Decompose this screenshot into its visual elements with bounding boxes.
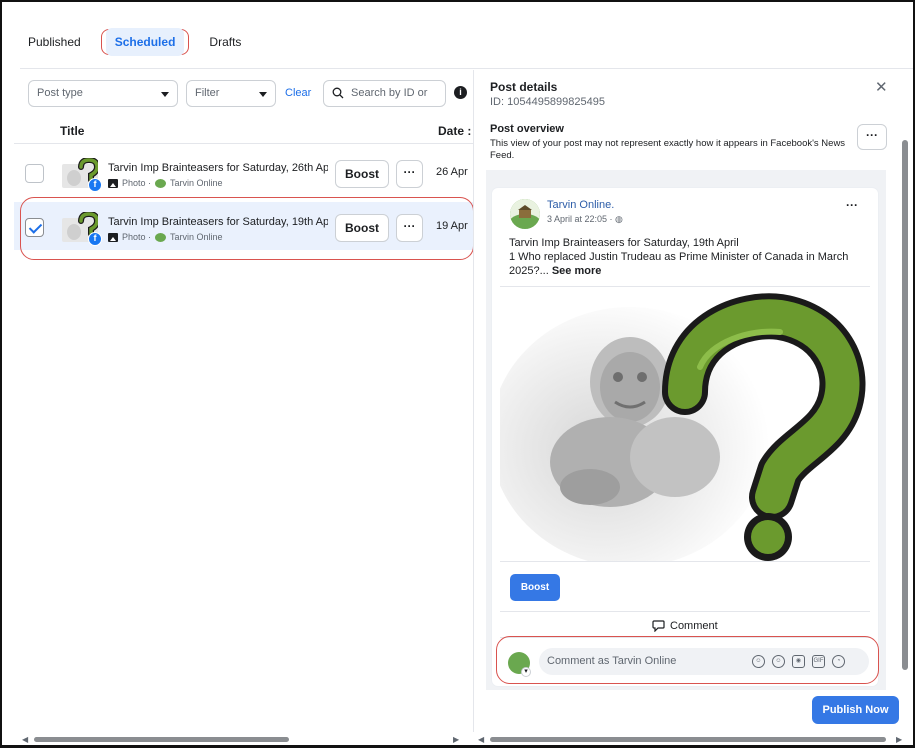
- table-header: Title Date :: [14, 118, 473, 144]
- left-horizontal-scrollbar[interactable]: ◀ ▶: [20, 734, 470, 744]
- chevron-down-icon[interactable]: ▾: [521, 667, 531, 677]
- tab-scheduled[interactable]: Scheduled: [105, 28, 185, 56]
- post-id: ID: 1054495899825495: [490, 96, 605, 108]
- search-placeholder: Search by ID or: [351, 87, 428, 99]
- statue-question-mark-image: [500, 287, 870, 561]
- scroll-left-arrow-icon[interactable]: ◀: [478, 735, 484, 744]
- tabs-divider: [20, 68, 913, 69]
- column-date-header[interactable]: Date :: [438, 124, 471, 138]
- photo-icon: [108, 178, 118, 188]
- scroll-left-arrow-icon[interactable]: ◀: [22, 735, 28, 744]
- search-input[interactable]: Search by ID or: [323, 80, 446, 107]
- camera-icon[interactable]: ◉: [792, 655, 805, 668]
- post-time-text: 3 April at 22:05 ·: [547, 214, 616, 224]
- overview-more-button[interactable]: ···: [857, 124, 887, 150]
- post-line-2: 1 Who replaced Justin Trudeau as Prime M…: [509, 250, 874, 278]
- see-more-link[interactable]: See more: [552, 265, 602, 277]
- card-divider: [500, 611, 870, 612]
- post-text: Tarvin Imp Brainteasers for Saturday, 19…: [509, 236, 874, 278]
- column-title-header[interactable]: Title: [60, 124, 84, 138]
- close-icon[interactable]: ✕: [875, 78, 888, 96]
- comment-icon: [652, 620, 665, 632]
- emoji-icon[interactable]: ☺: [772, 655, 785, 668]
- globe-icon: ◍: [615, 214, 623, 224]
- row-type: Photo ·: [122, 178, 152, 188]
- preview-boost-button[interactable]: Boost: [510, 574, 560, 601]
- boost-button[interactable]: Boost: [335, 160, 389, 188]
- page-avatar: [155, 178, 167, 188]
- scroll-right-arrow-icon[interactable]: ▶: [453, 735, 459, 744]
- chevron-down-icon: [161, 92, 169, 97]
- scrollbar-thumb[interactable]: [902, 140, 908, 670]
- post-tabs: Published Scheduled Drafts: [20, 18, 249, 66]
- post-details-title: Post details: [490, 80, 558, 94]
- row-checkbox[interactable]: [25, 164, 44, 183]
- comment-placeholder: Comment as Tarvin Online: [547, 655, 677, 667]
- search-icon: [332, 87, 344, 99]
- tab-drafts[interactable]: Drafts: [201, 28, 249, 56]
- page-logo-icon: [510, 199, 540, 229]
- comment-button[interactable]: Comment: [652, 619, 718, 632]
- info-icon[interactable]: i: [454, 86, 467, 99]
- post-line-1: Tarvin Imp Brainteasers for Saturday, 19…: [509, 237, 739, 249]
- chevron-down-icon: [259, 92, 267, 97]
- publish-now-button[interactable]: Publish Now: [812, 696, 899, 724]
- sticker-icon[interactable]: ◔: [832, 655, 845, 668]
- right-horizontal-scrollbar[interactable]: ◀ ▶: [478, 734, 908, 744]
- scroll-right-arrow-icon[interactable]: ▶: [896, 735, 902, 744]
- comment-tools: ☺ ☺ ◉ GIF ◔: [752, 655, 845, 668]
- scrollbar-thumb[interactable]: [34, 737, 289, 742]
- row-title[interactable]: Tarvin Imp Brainteasers for Saturday, 26…: [108, 162, 328, 174]
- row-meta: Photo · Tarvin Online: [108, 178, 223, 188]
- selected-row-highlight: [20, 197, 473, 260]
- vertical-scrollbar[interactable]: [901, 128, 909, 688]
- more-options-button[interactable]: ···: [396, 160, 423, 188]
- tab-scheduled-highlight: Scheduled: [100, 28, 190, 56]
- row-page: Tarvin Online: [170, 178, 223, 188]
- gif-icon[interactable]: GIF: [812, 655, 825, 668]
- page-avatar[interactable]: [510, 199, 540, 229]
- post-type-label: Post type: [37, 87, 83, 99]
- post-more-icon[interactable]: ···: [846, 198, 858, 212]
- filter-select[interactable]: Filter: [186, 80, 276, 107]
- comment-label: Comment: [670, 619, 718, 632]
- filter-bar: Post type Filter Clear Search by ID or i: [28, 80, 468, 108]
- table-row[interactable]: f Tarvin Imp Brainteasers for Saturday, …: [14, 148, 473, 196]
- posts-list-panel: Post type Filter Clear Search by ID or i…: [14, 70, 474, 732]
- clear-filters-link[interactable]: Clear: [285, 87, 311, 99]
- scrollbar-thumb[interactable]: [490, 737, 886, 742]
- post-overview-title: Post overview: [490, 123, 564, 135]
- post-preview-card: Tarvin Online. 3 April at 22:05 · ◍ ··· …: [492, 188, 878, 686]
- post-overview-description: This view of your post may not represent…: [490, 138, 846, 161]
- post-type-select[interactable]: Post type: [28, 80, 178, 107]
- post-time: 3 April at 22:05 · ◍: [547, 214, 623, 225]
- post-image[interactable]: [500, 286, 870, 562]
- avatar-sticker-icon[interactable]: ☺: [752, 655, 765, 668]
- row-date: 26 Apr: [436, 166, 468, 178]
- page-name[interactable]: Tarvin Online.: [547, 199, 614, 211]
- post-details-panel: Post details ID: 1054495899825495 ✕ Post…: [476, 70, 913, 732]
- facebook-icon: f: [88, 178, 102, 192]
- tab-published[interactable]: Published: [20, 28, 89, 56]
- filter-label: Filter: [195, 87, 220, 99]
